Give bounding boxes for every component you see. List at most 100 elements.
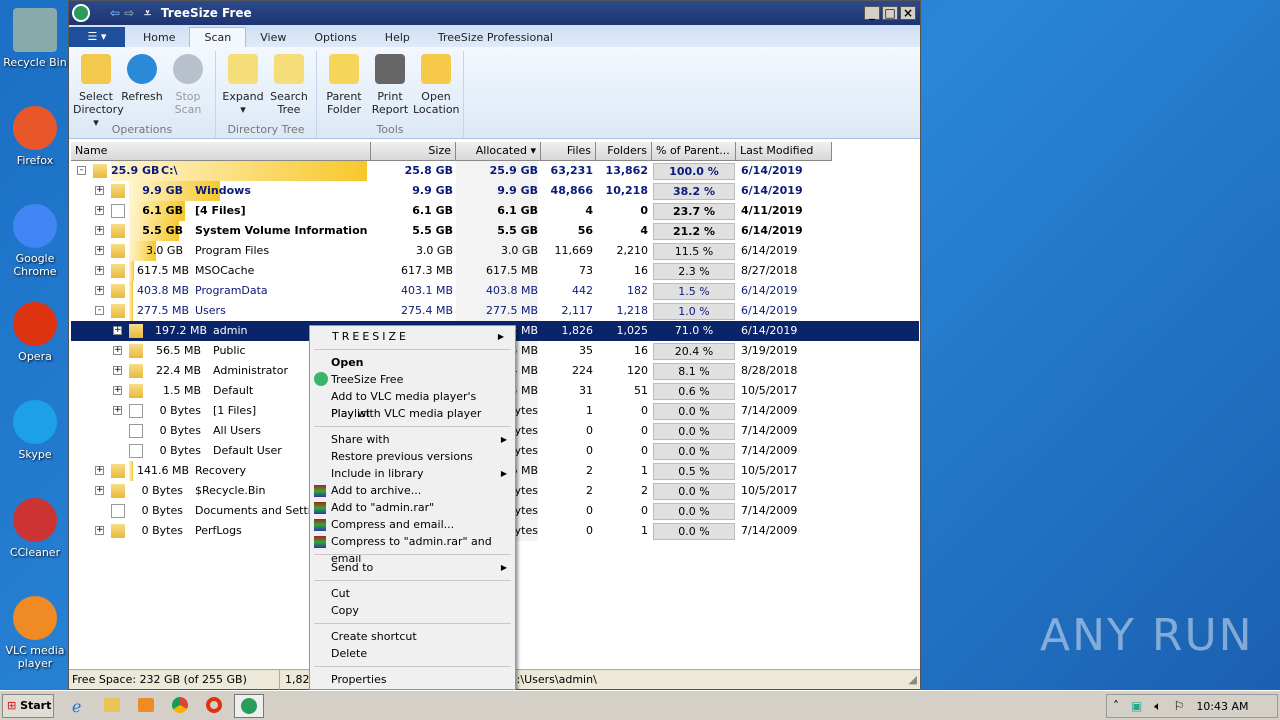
size-cell: 403.1 MB [400, 284, 453, 297]
tab-view[interactable]: View [246, 28, 300, 47]
menu-item-properties[interactable]: Properties [312, 671, 513, 688]
expand-icon[interactable]: + [95, 286, 104, 295]
column-header-0[interactable]: Name [71, 142, 371, 161]
percent-label: 1.0 % [678, 305, 710, 318]
expand-icon[interactable]: + [95, 226, 104, 235]
network-icon[interactable]: ▣ [1131, 699, 1142, 713]
expand-icon[interactable]: + [95, 186, 104, 195]
search-tree-button[interactable]: Search Tree [266, 51, 312, 123]
expand-icon[interactable]: + [95, 526, 104, 535]
item-name: Recovery [195, 464, 247, 477]
opera-taskbar-icon[interactable] [206, 697, 222, 713]
column-header-5[interactable]: % of Parent... [652, 142, 736, 161]
menu-item-add-to-vlc-media-player-s-playlist[interactable]: Add to VLC media player's Playlist [312, 388, 513, 420]
menu-item-treesize-free[interactable]: TreeSize Free [312, 371, 513, 388]
expand-icon[interactable]: + [113, 366, 122, 375]
expand-icon[interactable]: + [113, 386, 122, 395]
desktop-icon-google-chrome[interactable]: Google Chrome [0, 204, 70, 278]
expand-button[interactable]: Expand ▾ [220, 51, 266, 123]
treesize-taskbar-button[interactable] [234, 694, 264, 718]
menu-item-add-to-archive[interactable]: Add to archive... [312, 482, 513, 499]
maximize-button[interactable]: □ [882, 6, 898, 20]
stop-button[interactable]: Stop Scan [165, 51, 211, 123]
clock[interactable]: 10:43 AM [1196, 700, 1248, 713]
table-row[interactable]: +3.0 GB Program Files 3.0 GB 3.0 GB 11,669 2,… [71, 241, 919, 261]
column-header-6[interactable]: Last Modified [736, 142, 832, 161]
menu-item-compress-and-email[interactable]: Compress and email... [312, 516, 513, 533]
collapse-icon[interactable]: - [95, 306, 104, 315]
show-hidden-icons[interactable]: ˄ [1113, 699, 1119, 713]
expand-icon[interactable]: + [113, 406, 122, 415]
table-row[interactable]: +617.5 MB MSOCache 617.3 MB 617.5 MB 73 16 2.3… [71, 261, 919, 281]
desktop-icon-recycle-bin[interactable]: Recycle Bin [0, 8, 70, 69]
expand-icon[interactable]: + [113, 326, 122, 335]
close-button[interactable]: × [900, 6, 916, 20]
folder-icon [93, 164, 107, 178]
resize-grip-icon[interactable]: ◢ [909, 670, 917, 690]
desktop-icon-skype[interactable]: Skype [0, 400, 70, 461]
menu-item-compress-to-admin-rar-and-email[interactable]: Compress to "admin.rar" and email [312, 533, 513, 565]
minimize-button[interactable]: _ [864, 6, 880, 20]
column-header-3[interactable]: Files [541, 142, 596, 161]
parent-folder-button[interactable]: Parent Folder [321, 51, 367, 123]
expand-icon[interactable]: + [95, 246, 104, 255]
menu-item-send-to[interactable]: Send to ▶ [312, 559, 513, 576]
open-location-button[interactable]: Open Location [413, 51, 460, 123]
media-taskbar-icon[interactable] [138, 698, 154, 712]
folder-arrow-button[interactable]: Select Directory ▾ [73, 51, 124, 129]
table-row[interactable]: -25.9 GB C:\ 25.8 GB 25.9 GB 63,231 13,862 100… [71, 161, 919, 181]
forward-icon[interactable]: ⇨ [124, 6, 134, 20]
table-row[interactable]: +9.9 GB Windows 9.9 GB 9.9 GB 48,866 10,218 38… [71, 181, 919, 201]
column-header-1[interactable]: Size [371, 142, 456, 161]
percent-label: 8.1 % [678, 365, 710, 378]
menu-item-treesize-submenu[interactable]: TREESIZE ▶ [312, 328, 513, 345]
allocated-cell: 25.9 GB [456, 161, 538, 181]
table-row[interactable]: +6.1 GB [4 Files] 6.1 GB 6.1 GB 4 0 23.7 % 4/11… [71, 201, 919, 221]
desktop-icon-opera[interactable]: Opera [0, 302, 70, 363]
expand-icon[interactable]: + [113, 346, 122, 355]
action-center-flag-icon[interactable]: ⚐ [1174, 699, 1185, 713]
expand-icon[interactable]: + [95, 206, 104, 215]
table-row[interactable]: +403.8 MB ProgramData 403.1 MB 403.8 MB 442 1… [71, 281, 919, 301]
menu-item-play-with-vlc-media-player[interactable]: Play with VLC media player [312, 405, 513, 422]
tab-treesize-professional[interactable]: TreeSize Professional [424, 28, 567, 47]
expand-icon[interactable]: + [95, 486, 104, 495]
explorer-taskbar-icon[interactable] [104, 698, 120, 712]
menu-item-open[interactable]: Open [312, 354, 513, 371]
menu-item-create-shortcut[interactable]: Create shortcut [312, 628, 513, 645]
refresh-button[interactable]: Refresh [119, 51, 165, 123]
collapse-icon[interactable]: - [77, 166, 86, 175]
back-icon[interactable]: ⇦ [110, 6, 120, 20]
table-row[interactable]: -277.5 MB Users 275.4 MB 277.5 MB 2,117 1,218… [71, 301, 919, 321]
desktop-icon-vlc-media-player[interactable]: VLC media player [0, 596, 70, 670]
files-cell: 4 [585, 204, 593, 217]
tab-scan[interactable]: Scan [189, 27, 247, 47]
menu-item-delete[interactable]: Delete [312, 645, 513, 662]
chrome-taskbar-icon[interactable] [172, 697, 188, 713]
expand-icon[interactable]: + [95, 466, 104, 475]
files-cell: 73 [579, 264, 593, 277]
menu-item-share-with[interactable]: Share with ▶ [312, 431, 513, 448]
tab-home[interactable]: Home [129, 28, 189, 47]
printer-button[interactable]: Print Report [367, 51, 413, 123]
ie-taskbar-icon[interactable]: ℯ [72, 697, 81, 716]
expand-icon[interactable]: + [95, 266, 104, 275]
tab-help[interactable]: Help [371, 28, 424, 47]
tab-options[interactable]: Options [300, 28, 370, 47]
menu-item-include-in-library[interactable]: Include in library ▶ [312, 465, 513, 482]
column-header-2[interactable]: Allocated ▾ [456, 142, 541, 161]
winrar-icon [314, 502, 326, 514]
desktop-icon-ccleaner[interactable]: CCleaner [0, 498, 70, 559]
start-button[interactable]: ⊞ Start [2, 694, 54, 718]
size-label: 0 Bytes [141, 524, 183, 537]
app-menu-button[interactable]: ☰ ▾ [69, 27, 125, 47]
volume-icon[interactable]: 🔈︎ [1154, 699, 1161, 714]
menu-item-copy[interactable]: Copy [312, 602, 513, 619]
menu-item-add-to-admin-rar[interactable]: Add to "admin.rar" [312, 499, 513, 516]
quick-access-icon[interactable]: ⩡ [144, 6, 151, 21]
table-row[interactable]: +5.5 GB System Volume Information 5.5 GB 5.… [71, 221, 919, 241]
column-header-4[interactable]: Folders [596, 142, 652, 161]
desktop-icon-firefox[interactable]: Firefox [0, 106, 70, 167]
menu-item-cut[interactable]: Cut [312, 585, 513, 602]
menu-item-restore-previous-versions[interactable]: Restore previous versions [312, 448, 513, 465]
